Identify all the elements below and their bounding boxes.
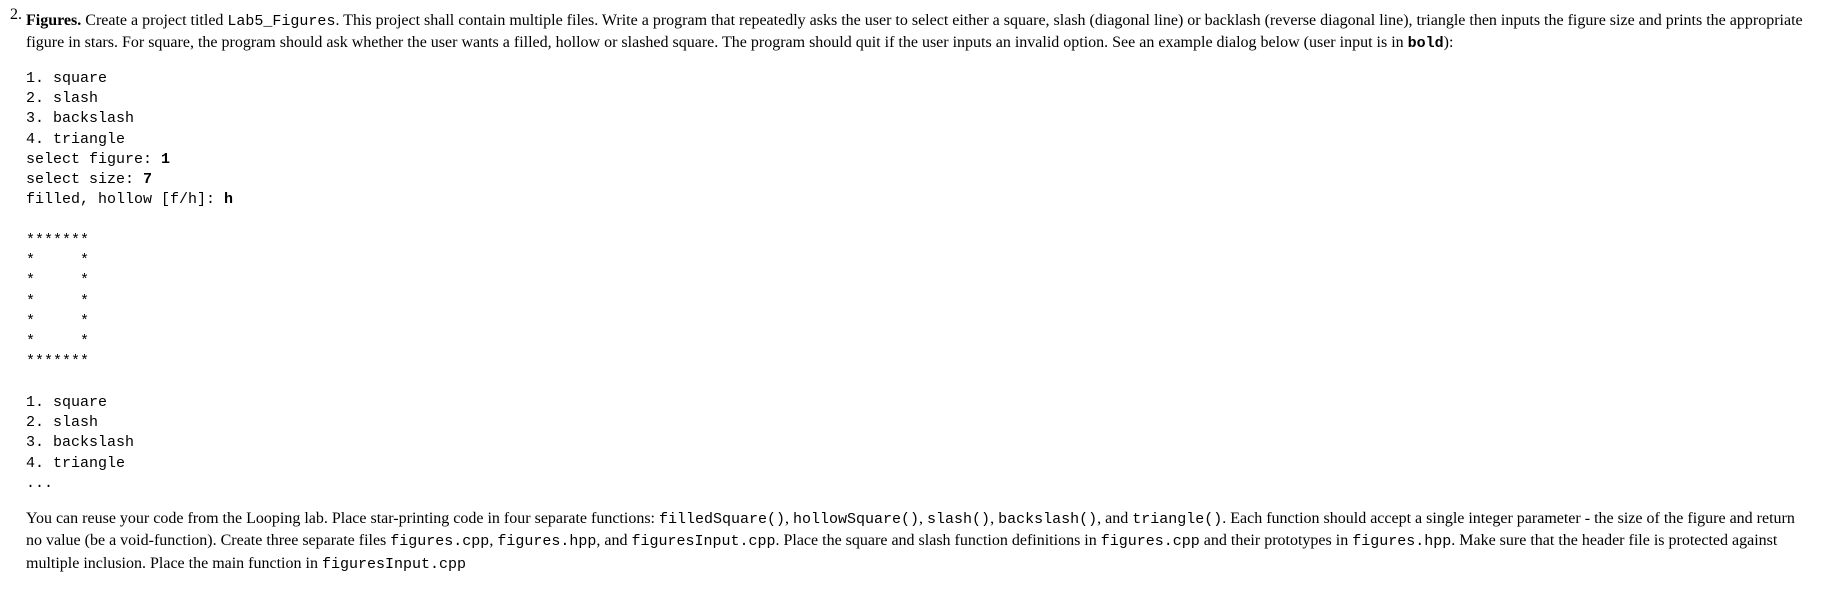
dialog-line: * * (26, 333, 89, 350)
text: You can reuse your code from the Looping… (26, 510, 659, 527)
text: , and (596, 532, 631, 549)
code-project-name: Lab5_Figures (227, 13, 335, 30)
paragraph-intro: Figures. Create a project titled Lab5_Fi… (26, 10, 1813, 55)
dialog-line: 3. backslash (26, 110, 134, 127)
dialog-line: * * (26, 293, 89, 310)
code-fn: hollowSquare() (793, 511, 919, 528)
example-dialog: 1. square 2. slash 3. backslash 4. trian… (26, 69, 1813, 494)
dialog-line: 3. backslash (26, 434, 134, 451)
text: , (990, 510, 998, 527)
dialog-line: select size: (26, 171, 143, 188)
user-input: h (224, 191, 233, 208)
code-fn: backslash() (998, 511, 1097, 528)
dialog-line: 1. square (26, 394, 107, 411)
text: . Place the square and slash function de… (775, 532, 1100, 549)
code-file: figures.hpp (497, 533, 596, 550)
dialog-line: * * (26, 272, 89, 289)
dialog-line: select figure: (26, 151, 161, 168)
item-body: Figures. Create a project titled Lab5_Fi… (26, 4, 1813, 581)
dialog-line: ... (26, 475, 53, 492)
dialog-line: * * (26, 313, 89, 330)
text: , (919, 510, 927, 527)
dialog-line: * * (26, 252, 89, 269)
dialog-line: 2. slash (26, 90, 98, 107)
code-file: figuresInput.cpp (631, 533, 775, 550)
code-fn: triangle() (1132, 511, 1222, 528)
text: and their prototypes in (1200, 532, 1352, 549)
dialog-line: 4. triangle (26, 455, 125, 472)
code-file: figures.hpp (1352, 533, 1451, 550)
dialog-line: 4. triangle (26, 131, 125, 148)
paragraph-instructions: You can reuse your code from the Looping… (26, 508, 1813, 575)
user-input: 7 (143, 171, 152, 188)
item-number: 2. (10, 4, 26, 26)
code-file: figures.cpp (1101, 533, 1200, 550)
text: Create a project titled (81, 12, 227, 29)
code-file: figures.cpp (390, 533, 489, 550)
heading: Figures. (26, 12, 81, 29)
text: , and (1097, 510, 1132, 527)
code-fn: slash() (927, 511, 990, 528)
dialog-line: 2. slash (26, 414, 98, 431)
code-file: figuresInput.cpp (322, 556, 466, 573)
text: , (785, 510, 793, 527)
user-input: 1 (161, 151, 170, 168)
code-fn: filledSquare() (659, 511, 785, 528)
dialog-line: ******* (26, 232, 89, 249)
list-item: 2. Figures. Create a project titled Lab5… (10, 4, 1813, 581)
dialog-line: ******* (26, 353, 89, 370)
code-bold-word: bold (1408, 35, 1444, 52)
dialog-line: 1. square (26, 70, 107, 87)
text: ): (1444, 34, 1454, 51)
dialog-line: filled, hollow [f/h]: (26, 191, 224, 208)
